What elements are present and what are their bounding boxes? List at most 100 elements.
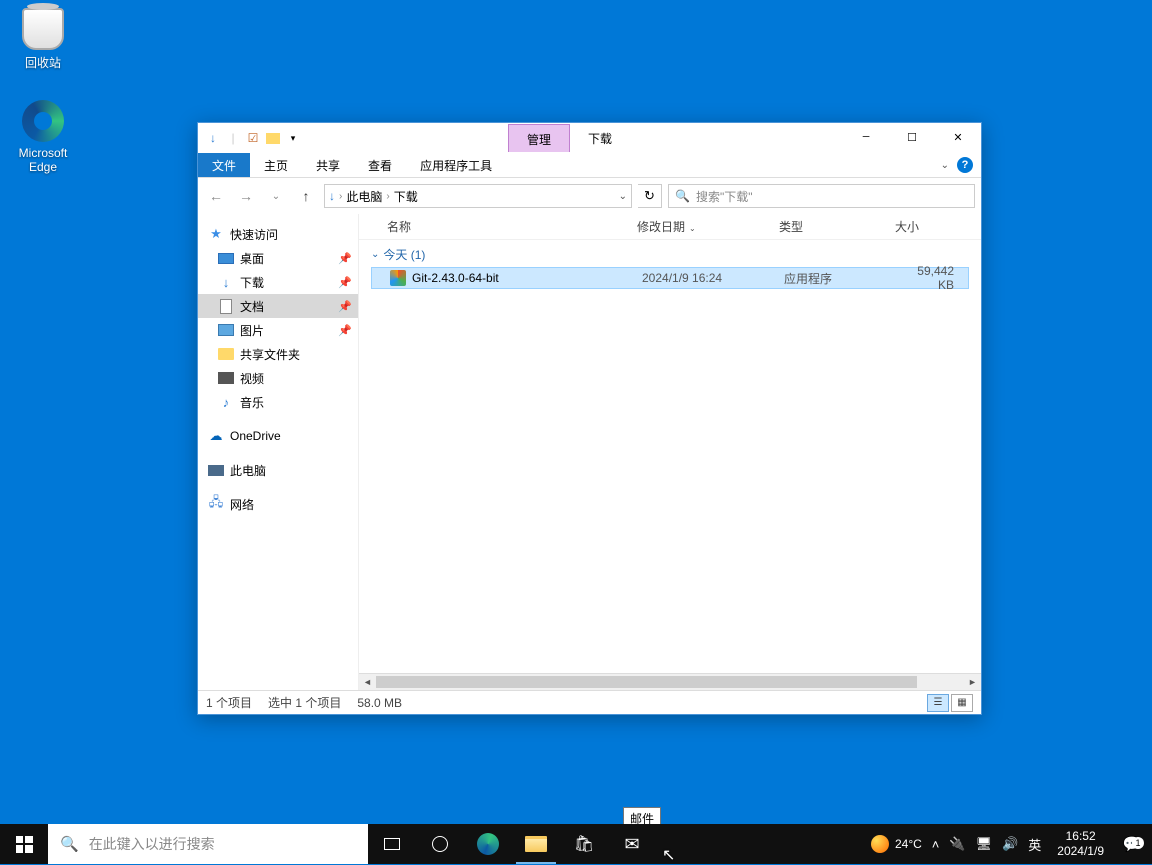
- file-list[interactable]: ⌄ 今天 (1) Git-2.43.0-64-bit 2024/1/9 16:2…: [359, 240, 981, 673]
- group-header-today[interactable]: ⌄ 今天 (1): [363, 242, 977, 267]
- nav-back-button[interactable]: ←: [204, 184, 228, 208]
- nav-music[interactable]: ♪音乐: [198, 390, 358, 414]
- nav-this-pc[interactable]: 此电脑: [198, 458, 358, 482]
- pin-icon: 📌: [338, 300, 352, 313]
- network-icon[interactable]: 🖥: [976, 836, 993, 852]
- scroll-left-icon[interactable]: ◄: [359, 674, 376, 691]
- weather-temp: 24°C: [895, 837, 922, 851]
- scroll-right-icon[interactable]: ►: [964, 674, 981, 691]
- column-type[interactable]: 类型: [771, 218, 887, 235]
- sort-indicator-icon: ⌄: [689, 224, 696, 233]
- ribbon-tab-file[interactable]: 文件: [198, 153, 250, 177]
- pictures-icon: [218, 322, 234, 338]
- cortana-button[interactable]: [416, 824, 464, 864]
- ribbon-tab-home[interactable]: 主页: [250, 153, 302, 177]
- qat-separator: |: [224, 129, 242, 147]
- column-date[interactable]: 修改日期⌄: [629, 218, 771, 235]
- close-button[interactable]: ✕: [935, 124, 981, 153]
- nav-onedrive[interactable]: ☁OneDrive: [198, 424, 358, 448]
- file-row[interactable]: Git-2.43.0-64-bit 2024/1/9 16:24 应用程序 59…: [371, 267, 969, 289]
- ribbon-expand-icon[interactable]: ⌄: [941, 160, 949, 171]
- pin-icon: 📌: [338, 276, 352, 289]
- status-selected-size: 58.0 MB: [357, 696, 402, 710]
- quick-access-toolbar: ↓ | ☑ ▾: [198, 129, 308, 147]
- ime-indicator[interactable]: 英: [1028, 835, 1041, 854]
- folder-icon: [525, 836, 547, 852]
- column-name[interactable]: 名称: [359, 218, 629, 235]
- cortana-icon: [432, 836, 448, 852]
- nav-quick-access[interactable]: ★快速访问: [198, 222, 358, 246]
- microsoft-edge[interactable]: Microsoft Edge: [6, 100, 80, 174]
- taskbar-app-explorer[interactable]: [512, 824, 560, 864]
- task-view-button[interactable]: [368, 824, 416, 864]
- status-item-count: 1 个项目: [206, 694, 252, 711]
- nav-downloads[interactable]: ↓下载📌: [198, 270, 358, 294]
- power-icon[interactable]: 🔌: [949, 836, 965, 852]
- breadcrumb-separator[interactable]: ›: [339, 191, 342, 202]
- address-bar[interactable]: ↓ › 此电脑 › 下载 ⌄: [324, 184, 632, 208]
- nav-pictures[interactable]: 图片📌: [198, 318, 358, 342]
- maximize-button[interactable]: ☐: [889, 124, 935, 153]
- nav-up-button[interactable]: ↑: [294, 184, 318, 208]
- ribbon-tab-share[interactable]: 共享: [302, 153, 354, 177]
- breadcrumb-separator[interactable]: ›: [386, 191, 389, 202]
- downloads-icon: ↓: [218, 274, 234, 290]
- clock[interactable]: 16:52 2024/1/9: [1051, 829, 1110, 859]
- taskbar-search-input[interactable]: 🔍 在此键入以进行搜索: [48, 824, 368, 864]
- scroll-thumb[interactable]: [376, 676, 917, 688]
- address-dropdown-icon[interactable]: ⌄: [619, 191, 627, 202]
- ribbon-tab-app-tools[interactable]: 应用程序工具: [406, 153, 506, 177]
- system-tray: 24°C ˄ 🔌 🖥 🔊 英 16:52 2024/1/9 💬 1: [863, 824, 1152, 864]
- nav-recent-dropdown[interactable]: ⌄: [264, 184, 288, 208]
- nav-desktop[interactable]: 桌面📌: [198, 246, 358, 270]
- recycle-bin-label: 回收站: [6, 54, 80, 71]
- chevron-down-icon: ⌄: [371, 249, 379, 260]
- horizontal-scrollbar[interactable]: ◄ ►: [359, 673, 981, 690]
- navigation-pane[interactable]: ★快速访问 桌面📌 ↓下载📌 文档📌 图片📌 共享文件夹 视频 ♪音乐 ☁One…: [198, 214, 358, 690]
- recycle-bin[interactable]: 回收站: [6, 8, 80, 71]
- new-folder-icon[interactable]: [264, 129, 282, 147]
- refresh-button[interactable]: ↻: [638, 184, 662, 208]
- notification-badge: 1: [1132, 837, 1144, 849]
- git-installer-icon: [390, 270, 406, 286]
- taskbar-app-mail[interactable]: ✉: [608, 824, 656, 864]
- file-size: 59,442 KB: [892, 264, 968, 292]
- nav-network[interactable]: 🖧网络: [198, 492, 358, 516]
- taskbar: 🔍 在此键入以进行搜索 🛍 ✉ 24°C ˄ 🔌 🖥 🔊 英 16:52 202…: [0, 824, 1152, 864]
- thumbnails-view-button[interactable]: ▦: [951, 694, 973, 712]
- clock-time: 16:52: [1057, 829, 1104, 844]
- customize-qat-icon[interactable]: ▾: [284, 129, 302, 147]
- videos-icon: [218, 370, 234, 386]
- mail-icon: ✉: [624, 834, 639, 855]
- weather-widget[interactable]: 24°C: [871, 835, 922, 853]
- nav-videos[interactable]: 视频: [198, 366, 358, 390]
- task-view-icon: [384, 838, 400, 850]
- file-list-pane: 名称 修改日期⌄ 类型 大小 ⌄ 今天 (1) Git-2.43.0-64-bi…: [358, 214, 981, 690]
- search-icon: 🔍: [675, 189, 690, 203]
- minimize-button[interactable]: ─: [843, 124, 889, 153]
- ribbon-tab-view[interactable]: 查看: [354, 153, 406, 177]
- taskbar-app-edge[interactable]: [464, 824, 512, 864]
- tray-overflow-icon[interactable]: ˄: [932, 837, 940, 852]
- breadcrumb-downloads[interactable]: 下载: [394, 188, 418, 205]
- column-size[interactable]: 大小: [887, 218, 981, 235]
- titlebar[interactable]: ↓ | ☑ ▾ 管理 下载 ─ ☐ ✕: [198, 123, 981, 153]
- search-placeholder: 搜索"下载": [696, 188, 753, 205]
- breadcrumb-this-pc[interactable]: 此电脑: [346, 188, 382, 205]
- search-input[interactable]: 🔍 搜索"下载": [668, 184, 975, 208]
- nav-documents[interactable]: 文档📌: [198, 294, 358, 318]
- desktop-icon: [218, 250, 234, 266]
- details-view-button[interactable]: ☰: [927, 694, 949, 712]
- properties-icon[interactable]: ☑: [244, 129, 262, 147]
- taskbar-app-store[interactable]: 🛍: [560, 824, 608, 864]
- status-bar: 1 个项目 选中 1 个项目 58.0 MB ☰ ▦: [198, 690, 981, 714]
- action-center-button[interactable]: 💬 1: [1120, 835, 1144, 853]
- store-icon: 🛍: [574, 834, 594, 854]
- help-icon[interactable]: ?: [957, 157, 973, 173]
- nav-shared-folder[interactable]: 共享文件夹: [198, 342, 358, 366]
- volume-icon[interactable]: 🔊: [1002, 836, 1018, 852]
- folder-icon[interactable]: ↓: [204, 129, 222, 147]
- pc-icon: [208, 462, 224, 478]
- contextual-tab-manage[interactable]: 管理: [508, 124, 570, 152]
- start-button[interactable]: [0, 824, 48, 864]
